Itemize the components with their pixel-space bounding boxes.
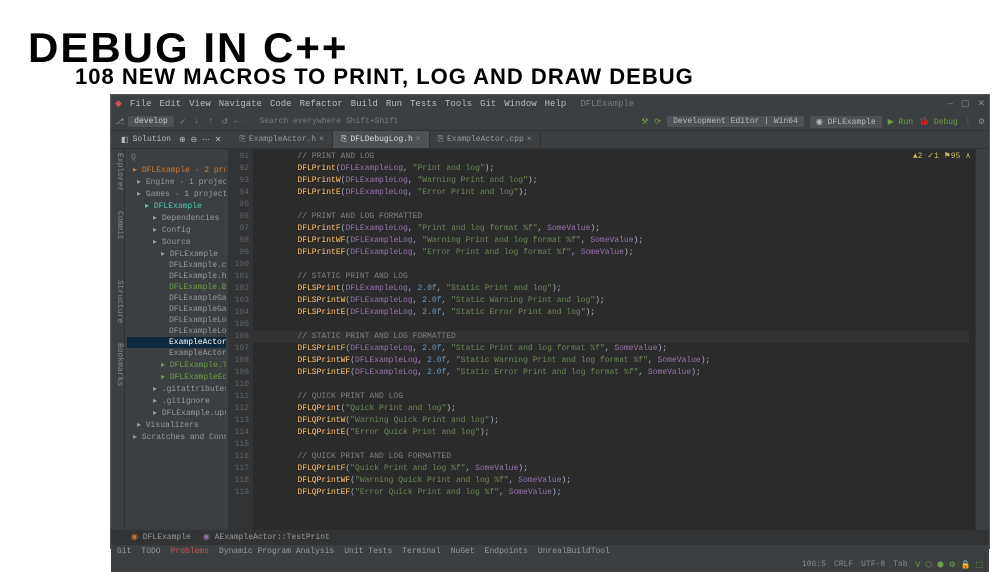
tree-item[interactable]: ExampleActor.h	[127, 348, 226, 359]
vcs-history-icon[interactable]: ↺	[220, 117, 230, 127]
tree-item[interactable]: ▸ DFLExample	[127, 200, 226, 212]
ide-window: ◆ File Edit View Navigate Code Refactor Build R…	[110, 94, 990, 549]
vcs-update-icon[interactable]: ✓	[178, 117, 188, 127]
tool-tab[interactable]: Bookmarks	[111, 343, 124, 386]
editor-tab[interactable]: ⎘ExampleActor.h×	[231, 131, 332, 148]
maximize-icon[interactable]: ▢	[961, 99, 970, 109]
bottom-tab[interactable]: Problems	[171, 547, 209, 556]
tree-item[interactable]: ▸ .gitignore	[127, 395, 226, 407]
close-icon[interactable]: ✕	[977, 99, 985, 109]
tree-item[interactable]: ▸ Config	[127, 224, 226, 236]
left-tool-strip[interactable]: Explorer Commit Structure Bookmarks	[111, 149, 125, 530]
solution-panel-header[interactable]: ◧ Solution ⊕ ⊖ ⋯ ✕	[111, 131, 231, 148]
tool-tab[interactable]: Commit	[111, 211, 124, 240]
run-button[interactable]: ▶ Run	[888, 117, 913, 127]
tree-item[interactable]: ▸ DFLExample.uproject	[127, 407, 226, 419]
tree-search[interactable]: Q	[127, 151, 226, 164]
vcs-push-icon[interactable]: ↑	[206, 117, 216, 127]
menu-git[interactable]: Git	[480, 99, 496, 109]
tool-tab[interactable]: Structure	[111, 280, 124, 323]
bottom-tab[interactable]: Terminal	[402, 547, 440, 556]
vcs-icon[interactable]: ⎇	[115, 117, 124, 127]
debug-button[interactable]: 🐞 Debug	[919, 117, 958, 127]
right-tool-strip[interactable]	[975, 149, 989, 530]
bottom-tool-bar: Git TODO Problems Dynamic Program Analysis U…	[111, 544, 989, 558]
tree-item[interactable]: ▸ DFLExample.Target.cs	[127, 359, 226, 371]
gutter: 9192939495969798991001011021031041051061…	[229, 149, 253, 530]
tree-item[interactable]: ▸ DFLExample	[127, 248, 226, 260]
sync-icon[interactable]: ⟳	[654, 117, 661, 127]
vcs-commit-icon[interactable]: ↓	[192, 117, 202, 127]
menu-bar: File Edit View Navigate Code Refactor Build Run…	[130, 99, 566, 109]
tree-item[interactable]: DFLExampleLog.h	[127, 326, 226, 337]
bottom-tab[interactable]: Unit Tests	[344, 547, 392, 556]
menu-edit[interactable]: Edit	[160, 99, 182, 109]
config-combo[interactable]: Development Editor | Win64	[667, 116, 804, 127]
titlebar: ◆ File Edit View Navigate Code Refactor Build R…	[111, 95, 989, 113]
tree-item[interactable]: DFLExample.cpp	[127, 260, 226, 271]
menu-help[interactable]: Help	[545, 99, 567, 109]
build-icon[interactable]: ⚒	[641, 117, 648, 127]
branch-combo[interactable]: develop	[128, 116, 174, 127]
caret-pos[interactable]: 106:5	[802, 560, 826, 570]
nav-fwd-icon[interactable]: →	[243, 117, 248, 126]
status-bar: 106:5 CRLF UTF-8 Tab V ⬡ ⬢ ⚙ 🔒 ⬚	[111, 558, 989, 572]
tree-item[interactable]: DFLExample.h	[127, 271, 226, 282]
bottom-tab[interactable]: NuGet	[451, 547, 475, 556]
bottom-tab[interactable]: Endpoints	[485, 547, 528, 556]
code-area[interactable]: // PRINT AND LOG DFLPrint(DFLExampleLog,…	[253, 149, 975, 530]
menu-tests[interactable]: Tests	[410, 99, 437, 109]
settings-icon[interactable]: ⚙	[978, 117, 985, 127]
slide-subtitle: 108 NEW MACROS TO PRINT, LOG AND DRAW DE…	[75, 64, 694, 90]
menu-file[interactable]: File	[130, 99, 152, 109]
target-combo[interactable]: ◉ DFLExample	[810, 116, 882, 128]
tool-tab[interactable]: Explorer	[111, 153, 124, 191]
tree-item[interactable]: ExampleActor.cpp	[127, 337, 226, 348]
encoding[interactable]: UTF-8	[861, 560, 885, 570]
bottom-tab[interactable]: TODO	[141, 547, 160, 556]
tree-item[interactable]: DFLExampleLog.cp	[127, 315, 226, 326]
menu-window[interactable]: Window	[504, 99, 536, 109]
editor-tab[interactable]: ⎘DFLDebugLog.h×	[333, 131, 430, 148]
line-sep[interactable]: CRLF	[834, 560, 853, 570]
tree-item[interactable]: ▸ Visualizers	[127, 419, 226, 431]
nav-back-icon[interactable]: ←	[234, 117, 239, 126]
tree-item[interactable]: ▸ DFLExampleEditor.Tar	[127, 371, 226, 383]
menu-run[interactable]: Run	[386, 99, 402, 109]
code-editor[interactable]: 9192939495969798991001011021031041051061…	[229, 149, 975, 530]
bottom-tab[interactable]: Dynamic Program Analysis	[219, 547, 334, 556]
app-icon: ◆	[115, 99, 122, 109]
menu-refactor[interactable]: Refactor	[300, 99, 343, 109]
tree-item[interactable]: DFLExampleGameM	[127, 293, 226, 304]
menu-tools[interactable]: Tools	[445, 99, 472, 109]
menu-navigate[interactable]: Navigate	[219, 99, 262, 109]
tree-item[interactable]: DFLExampleGameM	[127, 304, 226, 315]
tree-item[interactable]: ▸ DFLExample · 2 projects	[127, 164, 226, 176]
editor-tab[interactable]: ⎘ExampleActor.cpp×	[430, 131, 541, 148]
solution-tree[interactable]: Q ▸ DFLExample · 2 projects▸ Engine · 1 …	[125, 149, 229, 530]
menu-code[interactable]: Code	[270, 99, 292, 109]
tree-item[interactable]: ▸ Scratches and Consoles	[127, 431, 226, 443]
minimize-icon[interactable]: —	[948, 99, 953, 109]
tree-item[interactable]: ▸ Games · 1 project	[127, 188, 226, 200]
bottom-tab[interactable]: Git	[117, 547, 131, 556]
inspection-indicator[interactable]: ▲2 ✓1 ⚑95 ∧	[913, 151, 971, 161]
app-name: DFLExample	[580, 99, 634, 109]
tree-item[interactable]: DFLExample.Build.	[127, 282, 226, 293]
status-icons[interactable]: V ⬡ ⬢ ⚙ 🔒 ⬚	[916, 560, 983, 570]
indent[interactable]: Tab	[893, 560, 907, 570]
tree-item[interactable]: ▸ Engine · 1 project	[127, 176, 226, 188]
tree-item[interactable]: ▸ .gitattributes	[127, 383, 226, 395]
tree-item[interactable]: ▸ Source	[127, 236, 226, 248]
bottom-tab[interactable]: UnrealBuildTool	[538, 547, 610, 556]
tree-item[interactable]: ▸ Dependencies	[127, 212, 226, 224]
tab-bar: ◧ Solution ⊕ ⊖ ⋯ ✕ ⎘ExampleActor.h×⎘DFLD…	[111, 131, 989, 149]
search-everywhere[interactable]: Search everywhere Shift+Shift	[259, 117, 398, 126]
toolbar: ⎇ develop ✓ ↓ ↑ ↺ ← → Search everywhere …	[111, 113, 989, 131]
menu-view[interactable]: View	[189, 99, 211, 109]
menu-build[interactable]: Build	[351, 99, 378, 109]
breadcrumb-bar[interactable]: ◉ DFLExample ◉ AExampleActor::TestPrint	[111, 530, 989, 544]
more-icon[interactable]: ⋮	[964, 117, 972, 127]
